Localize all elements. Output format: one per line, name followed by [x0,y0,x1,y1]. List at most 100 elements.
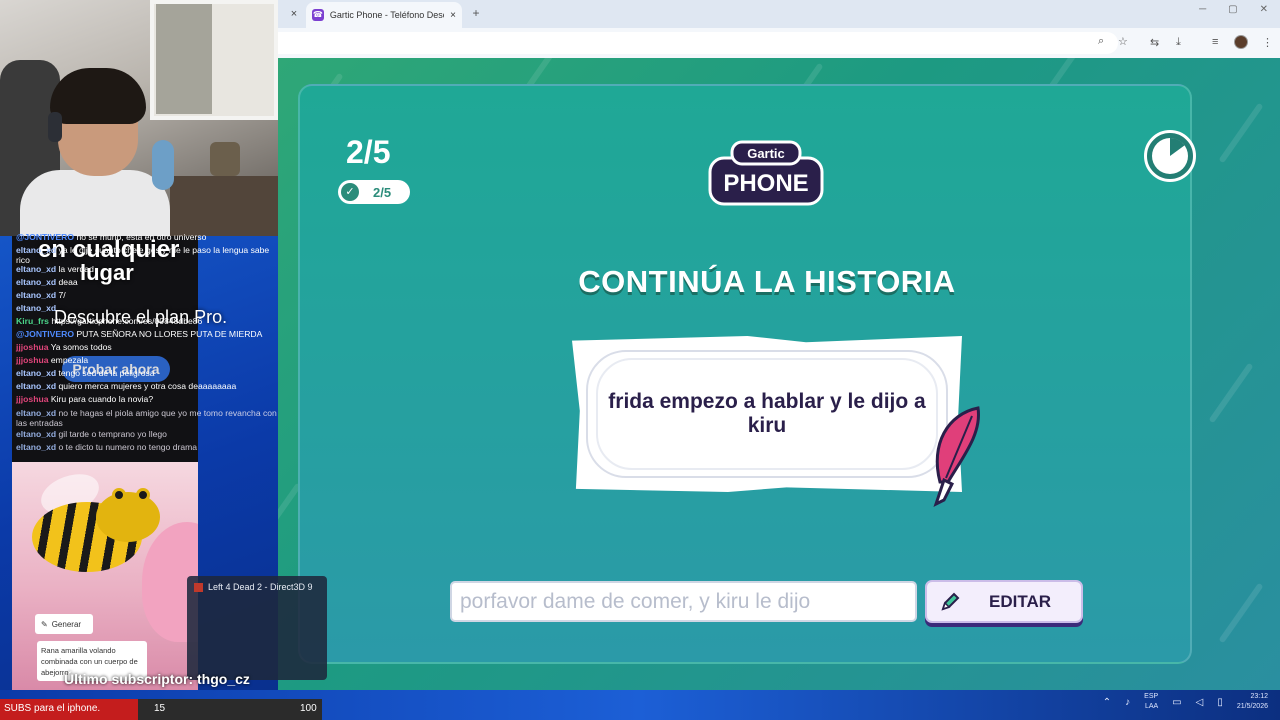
chat-username[interactable]: eltano_xd [16,303,56,313]
page-heading: CONTINÚA LA HISTORIA [578,264,956,299]
gartic-favicon-icon: ☎ [312,9,324,21]
chat-message: Kiru_frs https://garticphone.com/es/0084… [0,316,280,326]
quill-feather-icon [933,406,981,507]
edit-button[interactable]: EDITAR [925,580,1083,623]
answer-input[interactable] [450,581,917,622]
svg-text:Gartic: Gartic [747,146,785,161]
chat-message: eltano_xd deaa [0,277,280,287]
screen: × ☎ Gartic Phone - Teléfono Descon × + ─… [0,0,1280,720]
language-indicator[interactable]: ESP LAA [1144,692,1158,712]
microphone-icon [152,140,174,190]
chat-username[interactable]: eltano_xd [16,442,56,452]
close-window-icon[interactable]: ✕ [1260,4,1268,15]
chat-message: @JONTIVERO no se murio, esta en otro uni… [0,232,280,242]
chat-text: o te dicto tu numero no tengo drama [58,442,198,452]
chat-username[interactable]: eltano_xd [16,408,56,418]
chat-message: eltano_xd 7/ [0,290,280,300]
reading-list-icon[interactable]: ≡ [1212,36,1218,48]
chat-text: deaa [58,277,78,287]
prev-tab-close-icon[interactable]: × [286,6,302,22]
zoom-icon[interactable]: ⌕ [1098,35,1104,48]
chat-username[interactable]: jjjoshua [16,394,48,404]
generate-button[interactable]: ✎ Generar [35,614,93,634]
chat-message: eltano_xd [0,303,280,313]
sub-goal-target: 100 [300,703,317,714]
chat-message: jjjoshua Ya somos todos [0,342,280,352]
chat-username[interactable]: eltano_xd [16,264,56,274]
pencil-icon [941,592,960,611]
game-board: 2/5 ✓ 2/5 Gartic PHONE CONTINÚA LA HISTO… [298,84,1196,664]
profile-avatar[interactable] [1234,35,1248,49]
svg-text:PHONE: PHONE [723,170,808,197]
chat-text: no se murio, esta en otro universo [76,232,207,242]
sub-goal-bar: SUBS para el iphone. 15 100 [0,699,322,720]
chat-username[interactable]: eltano_xd [16,277,56,287]
chat-text: PUTA SEÑORA NO LLORES PUTA DE MIERDA [76,329,263,339]
address-bar[interactable] [278,32,1118,54]
chat-message: @JONTIVERO PUTA SEÑORA NO LLORES PUTA DE… [0,329,280,339]
chat-text: Kiru para cuando la novia? [50,394,154,404]
download-icon[interactable]: ⤓ [1176,36,1181,49]
tab-gartic-phone[interactable]: ☎ Gartic Phone - Teléfono Descon × [306,2,462,28]
last-subscriber: Último subscriptor: thgo_cz [64,671,250,687]
menu-kebab-icon[interactable]: ⋮ [1262,36,1273,49]
story-prompt-text: frida empezo a hablar y le dijo a kiru [608,390,926,437]
chat-text: 7/ [58,290,66,300]
tab-close-icon[interactable]: × [450,10,456,21]
battery-icon[interactable]: ▯ [1217,697,1223,708]
chat-username[interactable]: eltano_xd [16,368,56,378]
l4d2-icon [194,582,203,592]
chat-text: gil tarde o temprano yo llego [58,429,167,439]
window-controls: ─ ▢ ✕ [1199,4,1268,15]
network-icon[interactable]: ▭ [1172,697,1181,708]
bluetooth-icon[interactable]: ♪ [1125,697,1130,708]
sub-goal-current: 15 [154,703,166,714]
headset-icon [48,112,62,142]
translate-icon[interactable]: ⇆ [1150,36,1159,49]
chat-message: eltano_xd ya le dije cuanto chele ges y … [0,245,280,265]
chat-text: tengo sed de la peligrosa [58,368,155,378]
volume-icon[interactable]: ◁ [1196,697,1204,708]
chat-message: eltano_xd o te dicto tu numero no tengo … [0,442,280,452]
minimize-icon[interactable]: ─ [1199,4,1206,15]
chat-username[interactable]: @JONTIVERO [16,232,74,242]
game-window-label: Left 4 Dead 2 - Direct3D 9 [194,582,313,592]
bookmark-star-icon[interactable]: ☆ [1118,35,1128,48]
tab-title: Gartic Phone - Teléfono Descon [329,10,444,20]
edit-square-icon: ✎ [41,619,48,629]
chat-username[interactable]: eltano_xd [16,290,56,300]
chevron-up-icon[interactable]: ⌃ [1103,697,1111,708]
system-tray: ⌃ ♪ ESP LAA ▭ ◁ ▯ 23:12 21/5/2026 [1103,692,1268,712]
chat-username[interactable]: Kiru_frs [16,316,49,326]
chat-message: jjjoshua Kiru para cuando la novia? [0,394,280,404]
chat-username[interactable]: jjjoshua [16,355,48,365]
chat-text: quiero merca mujeres y otra cosa deaaaaa… [58,381,237,391]
gartic-phone-logo: Gartic PHONE [708,140,824,206]
chat-text: https://garticphone.com/es/00848dbe86 [51,316,203,326]
check-icon: ✓ [341,183,359,201]
round-counter: 2/5 [346,134,391,170]
webcam-overlay [0,0,278,236]
chat-username[interactable]: jjjoshua [16,342,48,352]
clock[interactable]: 23:12 21/5/2026 [1237,692,1268,712]
sub-goal-label: SUBS para el iphone. [4,703,101,714]
round-pill-label: 2/5 [373,184,392,200]
chat-message: jjjoshua empezala [0,355,280,365]
browser-toolbar: ⌕ ☆ ⇆ ⤓ ≡ ⋮ [278,28,1280,58]
chat-username[interactable]: eltano_xd [16,381,56,391]
chat-message: eltano_xd gil tarde o temprano yo llego [0,429,280,439]
game-area: 2/5 ✓ 2/5 Gartic PHONE CONTINÚA LA HISTO… [278,58,1280,690]
chat-message: eltano_xd la verdad [0,264,280,274]
chat-username[interactable]: @JONTIVERO [16,329,74,339]
chat-text: Ya somos todos [50,342,112,352]
round-progress-pill: ✓ 2/5 [338,180,410,204]
timer-clock [1144,130,1196,182]
chat-text: empezala [50,355,89,365]
chat-message: eltano_xd tengo sed de la peligrosa [0,368,280,378]
chat-text: la verdad [58,264,94,274]
chat-username[interactable]: eltano_xd [16,429,56,439]
maximize-icon[interactable]: ▢ [1228,4,1237,15]
new-tab-button[interactable]: + [468,6,484,22]
chat-message: eltano_xd no te hagas el piola amigo que… [0,408,280,428]
chat-username[interactable]: eltano_xd [16,245,56,255]
